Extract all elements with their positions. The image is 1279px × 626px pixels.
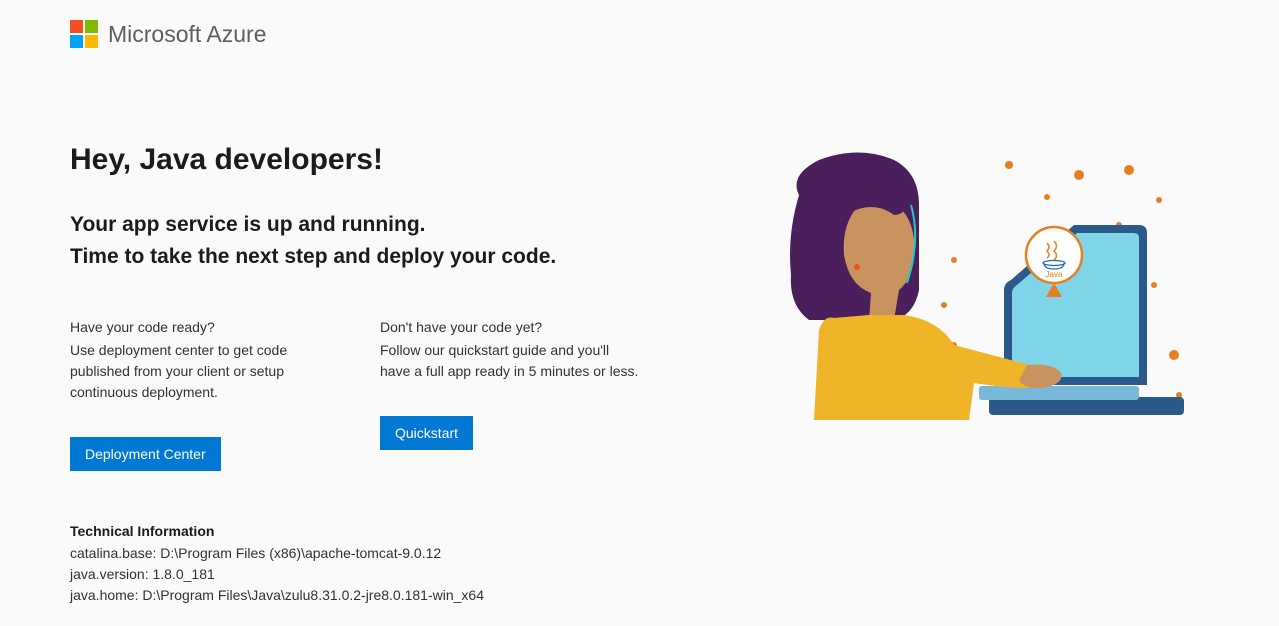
deployment-question: Have your code ready? xyxy=(70,317,330,338)
microsoft-logo-icon xyxy=(70,20,98,48)
developer-illustration: Java xyxy=(779,145,1189,435)
deployment-center-button[interactable]: Deployment Center xyxy=(70,437,221,471)
java-version-value: java.version: 1.8.0_181 xyxy=(70,564,710,585)
subheading-line1: Your app service is up and running. xyxy=(70,209,710,241)
deployment-column: Have your code ready? Use deployment cen… xyxy=(70,317,330,471)
technical-info-section: Technical Information catalina.base: D:\… xyxy=(70,523,710,606)
subheading-line2: Time to take the next step and deploy yo… xyxy=(70,241,710,273)
svg-text:Java: Java xyxy=(1046,270,1063,279)
brand-header: Microsoft Azure xyxy=(70,20,710,48)
java-home-value: java.home: D:\Program Files\Java\zulu8.3… xyxy=(70,585,710,606)
page-heading: Hey, Java developers! xyxy=(70,143,710,177)
technical-info-title: Technical Information xyxy=(70,523,710,539)
quickstart-body: Follow our quickstart guide and you'll h… xyxy=(380,340,640,382)
deployment-body: Use deployment center to get code publis… xyxy=(70,340,330,403)
catalina-base-value: catalina.base: D:\Program Files (x86)\ap… xyxy=(70,543,710,564)
brand-text: Microsoft Azure xyxy=(108,21,267,48)
quickstart-button[interactable]: Quickstart xyxy=(380,416,473,450)
quickstart-column: Don't have your code yet? Follow our qui… xyxy=(380,317,640,471)
page-subheading: Your app service is up and running. Time… xyxy=(70,209,710,272)
quickstart-question: Don't have your code yet? xyxy=(380,317,640,338)
